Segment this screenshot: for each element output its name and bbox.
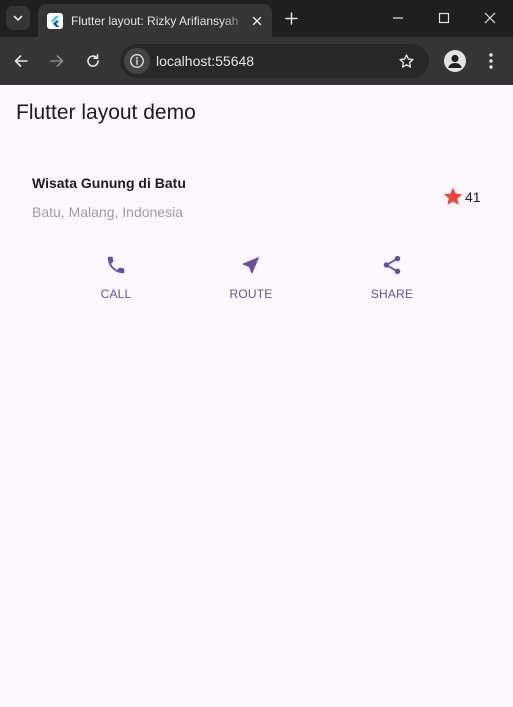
near-me-icon bbox=[239, 253, 263, 277]
share-button[interactable]: SHARE bbox=[347, 253, 437, 303]
browser-toolbar: localhost:55648 bbox=[0, 37, 513, 85]
star-outline-icon bbox=[398, 53, 414, 68]
maximize-button[interactable] bbox=[432, 6, 456, 30]
flutter-icon bbox=[47, 13, 63, 29]
reload-button[interactable] bbox=[81, 49, 105, 73]
info-icon bbox=[130, 54, 144, 68]
route-button[interactable]: ROUTE bbox=[206, 253, 296, 303]
close-tab-icon[interactable] bbox=[250, 14, 264, 28]
site-info-button[interactable] bbox=[124, 48, 150, 74]
reload-icon bbox=[87, 54, 99, 67]
share-icon bbox=[380, 253, 404, 277]
maximize-icon bbox=[438, 12, 450, 24]
address-bar[interactable]: localhost:55648 bbox=[120, 44, 429, 78]
place-location: Batu, Malang, Indonesia bbox=[32, 204, 183, 220]
place-name: Wisata Gunung di Batu bbox=[32, 175, 186, 191]
forward-button[interactable] bbox=[45, 49, 69, 73]
call-label: CALL bbox=[100, 287, 132, 301]
new-tab-button[interactable] bbox=[281, 8, 301, 28]
url-text[interactable]: localhost:55648 bbox=[156, 53, 254, 69]
app-bar-title: Flutter layout demo bbox=[16, 101, 196, 124]
person-icon bbox=[448, 54, 462, 68]
profile-avatar[interactable] bbox=[444, 50, 466, 72]
browser-tab-active[interactable]: Flutter layout: Rizky Arifiansyah bbox=[38, 4, 272, 37]
route-label: ROUTE bbox=[229, 287, 273, 301]
app-page: Flutter layout demo Wisata Gunung di Bat… bbox=[0, 85, 513, 707]
more-vertical-icon bbox=[489, 53, 493, 69]
rating-count: 41 bbox=[465, 189, 481, 205]
chevron-down-icon bbox=[13, 15, 23, 21]
star-icon bbox=[444, 187, 462, 205]
arrow-right-icon bbox=[50, 55, 64, 67]
bookmark-button[interactable] bbox=[397, 52, 415, 70]
share-label: SHARE bbox=[370, 287, 414, 301]
tab-title: Flutter layout: Rizky Arifiansyah bbox=[71, 14, 239, 28]
tab-search-button[interactable] bbox=[6, 6, 30, 30]
minimize-button[interactable] bbox=[386, 6, 410, 30]
plus-icon bbox=[284, 11, 298, 25]
browser-menu-button[interactable] bbox=[481, 51, 501, 71]
phone-icon bbox=[104, 253, 128, 277]
close-icon bbox=[484, 12, 496, 24]
browser-tab-strip: Flutter layout: Rizky Arifiansyah bbox=[0, 0, 513, 37]
back-button[interactable] bbox=[9, 49, 33, 73]
minimize-icon bbox=[393, 17, 403, 19]
arrow-left-icon bbox=[14, 55, 28, 67]
close-window-button[interactable] bbox=[478, 6, 502, 30]
call-button[interactable]: CALL bbox=[71, 253, 161, 303]
